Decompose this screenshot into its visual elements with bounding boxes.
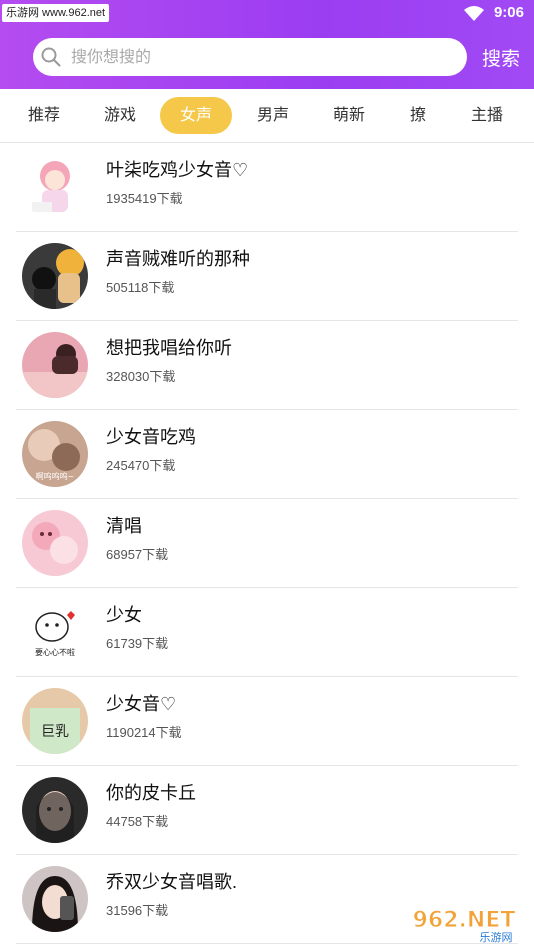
- tab-flirt[interactable]: 撩: [400, 97, 436, 134]
- download-count: 1190214下载: [106, 725, 182, 740]
- avatar: [22, 510, 88, 576]
- item-title: 乔双少女音唱歌.: [106, 872, 238, 892]
- item-title: 声音贼难听的那种: [106, 249, 250, 269]
- item-title: 少女: [106, 605, 142, 625]
- brand-watermark-text: 962.NET: [413, 908, 516, 933]
- avatar: [22, 332, 88, 398]
- list-item[interactable]: 要心心不啦 少女 61739下载: [16, 588, 518, 677]
- tab-host[interactable]: 主播: [461, 97, 513, 134]
- avatar: 啊呜呜呜~: [22, 421, 88, 487]
- avatar-caption: 要心心不啦: [35, 647, 75, 657]
- search-icon: [41, 47, 61, 67]
- search-input[interactable]: [69, 38, 453, 78]
- item-title: 清唱: [106, 516, 142, 536]
- list-item[interactable]: 声音贼难听的那种 505118下载: [16, 232, 518, 321]
- search-button[interactable]: 搜索: [482, 44, 520, 71]
- tab-recommend[interactable]: 推荐: [18, 97, 70, 134]
- status-bar: 乐游网 www.962.net 9:06: [0, 0, 534, 28]
- search-box[interactable]: [33, 38, 467, 78]
- download-count: 44758下载: [106, 814, 169, 829]
- wifi-icon: [464, 6, 484, 21]
- download-count: 505118下载: [106, 280, 175, 295]
- download-count: 1935419下载: [106, 191, 183, 206]
- avatar: 要心心不啦: [22, 599, 88, 665]
- item-title: 少女音♡: [106, 694, 177, 714]
- item-title: 叶柒吃鸡少女音♡: [106, 160, 249, 180]
- download-count: 328030下载: [106, 369, 176, 384]
- list-item[interactable]: 想把我唱给你听 328030下载: [16, 321, 518, 410]
- list-item[interactable]: 巨乳 少女音♡ 1190214下载: [16, 677, 518, 766]
- tab-newbie[interactable]: 萌新: [323, 97, 375, 134]
- list-item[interactable]: 叶柒吃鸡少女音♡ 1935419下载: [16, 143, 518, 232]
- item-title: 想把我唱给你听: [106, 338, 232, 358]
- list-item[interactable]: 你的皮卡丘 44758下载: [16, 766, 518, 855]
- download-count: 61739下载: [106, 636, 169, 651]
- item-title: 你的皮卡丘: [106, 783, 196, 803]
- tab-male-voice[interactable]: 男声: [247, 97, 299, 134]
- avatar: [22, 777, 88, 843]
- voice-list: 叶柒吃鸡少女音♡ 1935419下载 声音贼难听的那种 505118下载 想把我…: [0, 143, 534, 944]
- category-tabs: 推荐 游戏 女声 男声 萌新 撩 主播: [0, 89, 534, 143]
- download-count: 31596下载: [106, 903, 169, 918]
- avatar: 巨乳: [22, 688, 88, 754]
- avatar-caption: 巨乳: [41, 724, 69, 740]
- app-header: 乐游网 www.962.net 9:06 搜索: [0, 0, 534, 89]
- site-watermark: 乐游网 www.962.net: [2, 4, 110, 22]
- clock: 9:06: [493, 4, 524, 21]
- avatar-caption: 啊呜呜呜~: [36, 471, 75, 481]
- brand-watermark: 962.NET 乐游网: [412, 908, 516, 944]
- avatar: [22, 866, 88, 932]
- tab-games[interactable]: 游戏: [94, 97, 146, 134]
- tab-female-voice[interactable]: 女声: [160, 97, 232, 134]
- item-title: 少女音吃鸡: [106, 427, 196, 447]
- download-count: 68957下载: [106, 547, 169, 562]
- avatar: [22, 154, 88, 220]
- avatar: [22, 243, 88, 309]
- download-count: 245470下载: [106, 458, 176, 473]
- list-item[interactable]: 啊呜呜呜~ 少女音吃鸡 245470下载: [16, 410, 518, 499]
- brand-watermark-subtext: 乐游网: [480, 931, 513, 943]
- list-item[interactable]: 清唱 68957下载: [16, 499, 518, 588]
